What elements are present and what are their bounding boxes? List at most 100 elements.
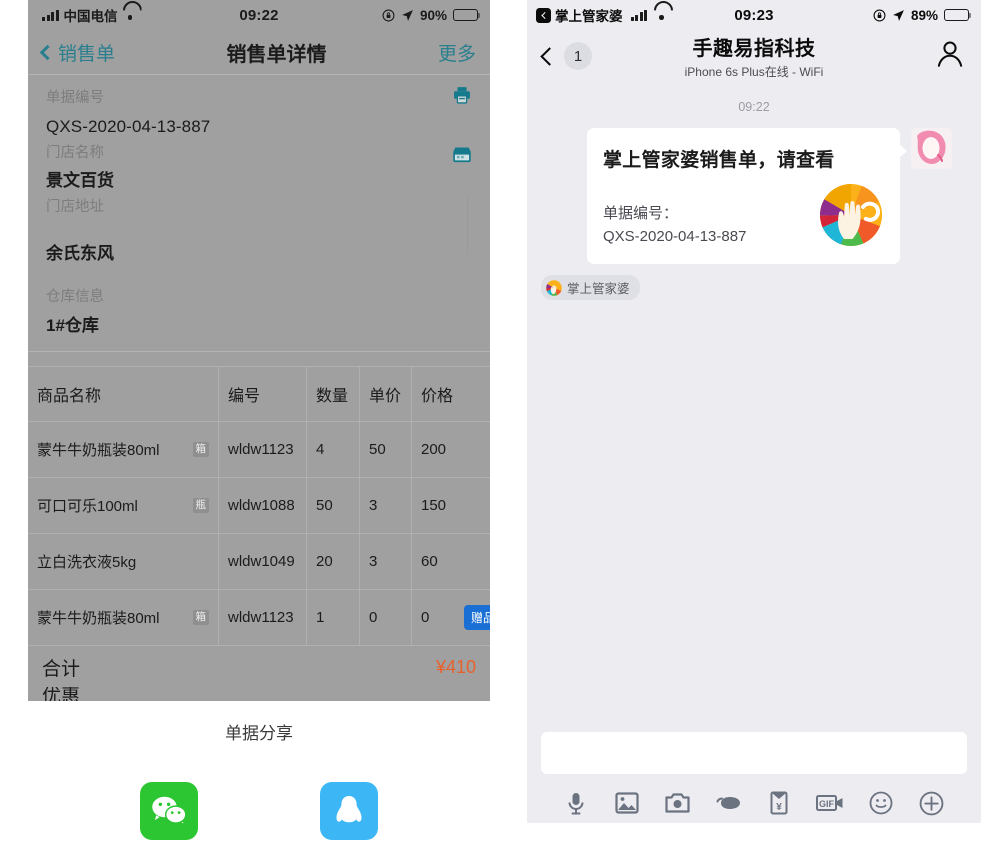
page-title: 销售单详情 xyxy=(226,43,327,66)
product-name: 蒙牛牛奶瓶装80ml xyxy=(37,441,160,459)
total-row: 合计 ¥410 xyxy=(28,646,490,687)
unread-badge: 1 xyxy=(564,42,592,70)
table-header-row: 商品名称 编号 数量 单价 价格 xyxy=(28,366,490,422)
battery-icon xyxy=(944,9,972,21)
contact-avatar[interactable] xyxy=(911,128,952,169)
microphone-icon[interactable] xyxy=(561,788,591,818)
cell-qty: 20 xyxy=(307,533,360,589)
photo-icon[interactable] xyxy=(612,788,642,818)
battery-icon xyxy=(453,9,481,21)
chat-title: 手趣易指科技 xyxy=(692,38,816,60)
store-name-label: 门店名称 xyxy=(46,144,104,161)
message-input-field[interactable] xyxy=(541,732,967,774)
cell-code: wldw1049 xyxy=(219,533,307,589)
printer-icon[interactable] xyxy=(452,85,472,105)
table-row: 蒙牛牛奶瓶装80ml 箱 wldw1123 4 50 200 xyxy=(28,421,490,478)
gif-icon[interactable]: GIF xyxy=(815,788,845,818)
share-options xyxy=(28,781,490,840)
total-value: ¥410 xyxy=(435,656,476,677)
cell-amount: 200 xyxy=(421,440,447,458)
contact-info-button[interactable] xyxy=(935,39,965,74)
cell-amount: 0 赠品 xyxy=(412,590,490,645)
handshake-icon[interactable] xyxy=(714,788,744,818)
gift-badge: 赠品 xyxy=(463,604,490,630)
chevron-left-icon xyxy=(540,46,559,66)
order-no-value: QXS-2020-04-13-887 xyxy=(46,116,211,136)
store-name-value: 景文百货 xyxy=(46,171,114,191)
cut-off-row: 优惠 xyxy=(42,686,81,701)
status-bar-right-2: 89% xyxy=(873,7,972,23)
nav-bar: 销售单 销售单详情 更多 xyxy=(28,30,490,74)
cell-price: 3 xyxy=(360,533,412,589)
back-button-label: 销售单 xyxy=(58,43,116,65)
more-button[interactable]: 更多 xyxy=(438,39,476,66)
table-row: 立白洗衣液5kg wldw1049 20 3 60 xyxy=(28,533,490,590)
store-address-value: 余氏东风 xyxy=(46,244,114,264)
rotation-lock-icon xyxy=(382,9,395,21)
emoji-icon[interactable] xyxy=(866,788,896,818)
order-info-card: 单据编号 QXS-2020-04-13-887 门店名称 景文百货 门店地址 余… xyxy=(28,75,490,351)
cell-code: wldw1123 xyxy=(219,421,307,477)
cell-name: 蒙牛牛奶瓶装80ml 箱 xyxy=(28,421,219,477)
product-name: 可口可乐100ml xyxy=(37,497,138,515)
red-packet-icon[interactable]: ¥ xyxy=(764,788,794,818)
svg-text:GIF: GIF xyxy=(819,799,835,809)
message-subtext: 单据编号： QXS-2020-04-13-887 xyxy=(603,203,746,248)
cell-qty: 50 xyxy=(307,477,360,533)
unit-badge: 瓶 xyxy=(192,498,209,513)
status-bar-2: 掌上管家婆 09:23 89% xyxy=(527,0,981,30)
rotation-lock-icon xyxy=(873,9,886,21)
field-divider xyxy=(467,195,468,255)
chat-subtitle: iPhone 6s Plus在线 - WiFi xyxy=(684,65,824,79)
header-code: 编号 xyxy=(219,366,307,421)
chat-composer: ¥ GIF xyxy=(527,722,981,823)
cell-amount: 150 xyxy=(421,496,447,514)
warehouse-value: 1#仓库 xyxy=(46,315,99,335)
chat-message-row: 掌上管家婆销售单，请查看 单据编号： QXS-2020-04-13-887 xyxy=(527,128,981,264)
cell-price: 50 xyxy=(360,421,412,477)
message-sub-label: 单据编号： xyxy=(603,205,679,222)
unit-badge: 箱 xyxy=(192,442,209,457)
left-phone-screen: 中国电信 09:22 90% 销售单 销售单详情 更多 单据编号 QXS-202… xyxy=(28,0,490,844)
message-input[interactable] xyxy=(541,732,967,774)
cell-qty: 1 xyxy=(307,589,360,645)
chat-message-list[interactable]: 09:22 掌上管家婆销售单，请查看 单据编号： QXS-2020-04-13-… xyxy=(527,82,981,722)
message-sub-value: QXS-2020-04-13-887 xyxy=(603,227,747,245)
back-button[interactable]: 销售单 xyxy=(39,39,116,66)
header-price: 单价 xyxy=(360,366,412,421)
message-title: 掌上管家婆销售单，请查看 xyxy=(603,150,835,171)
battery-percent-label-2: 89% xyxy=(910,7,938,23)
products-table: 商品名称 编号 数量 单价 价格 蒙牛牛奶瓶装80ml 箱 wldw1123 4… xyxy=(28,365,490,646)
qq-share-button[interactable] xyxy=(320,781,378,840)
camera-icon[interactable] xyxy=(663,788,693,818)
right-phone-screen: 掌上管家婆 09:23 89% 1 手趣易指科技 iPhone 6s Plus在… xyxy=(527,0,981,823)
wechat-share-button[interactable] xyxy=(140,781,198,840)
message-bubble[interactable]: 掌上管家婆销售单，请查看 单据编号： QXS-2020-04-13-887 xyxy=(587,128,907,264)
guanjiapo-logo-icon xyxy=(546,279,562,296)
plus-icon[interactable] xyxy=(917,788,947,818)
total-label: 合计 xyxy=(42,658,81,680)
svg-text:¥: ¥ xyxy=(777,802,783,813)
qq-icon xyxy=(336,795,362,823)
cell-code: wldw1088 xyxy=(219,477,307,533)
battery-percent-label: 90% xyxy=(419,7,447,23)
amount-value: 0 xyxy=(421,608,430,626)
cell-name: 可口可乐100ml 瓶 xyxy=(28,477,219,533)
chevron-left-icon xyxy=(39,44,56,60)
person-icon xyxy=(937,41,963,67)
composer-toolbar: ¥ GIF xyxy=(541,774,967,823)
share-sheet-title: 单据分享 xyxy=(225,723,293,743)
guanjiapo-logo-icon xyxy=(820,184,882,246)
status-bar: 中国电信 09:22 90% xyxy=(28,0,490,30)
chat-title-block: 手趣易指科技 iPhone 6s Plus在线 - WiFi xyxy=(527,32,981,80)
store-icon[interactable] xyxy=(452,145,472,165)
product-name: 立白洗衣液5kg xyxy=(37,553,137,571)
table-row: 蒙牛牛奶瓶装80ml 箱 wldw1123 1 0 0 赠品 xyxy=(28,589,490,646)
message-source-tag[interactable]: 掌上管家婆 xyxy=(541,275,640,300)
source-tag-label: 掌上管家婆 xyxy=(567,282,630,296)
header-amount: 价格 xyxy=(421,387,454,405)
store-address-label: 门店地址 xyxy=(46,199,104,216)
chat-back-button[interactable]: 1 xyxy=(540,42,592,70)
header-qty: 数量 xyxy=(307,366,360,421)
cell-amount: 60 xyxy=(421,552,438,570)
